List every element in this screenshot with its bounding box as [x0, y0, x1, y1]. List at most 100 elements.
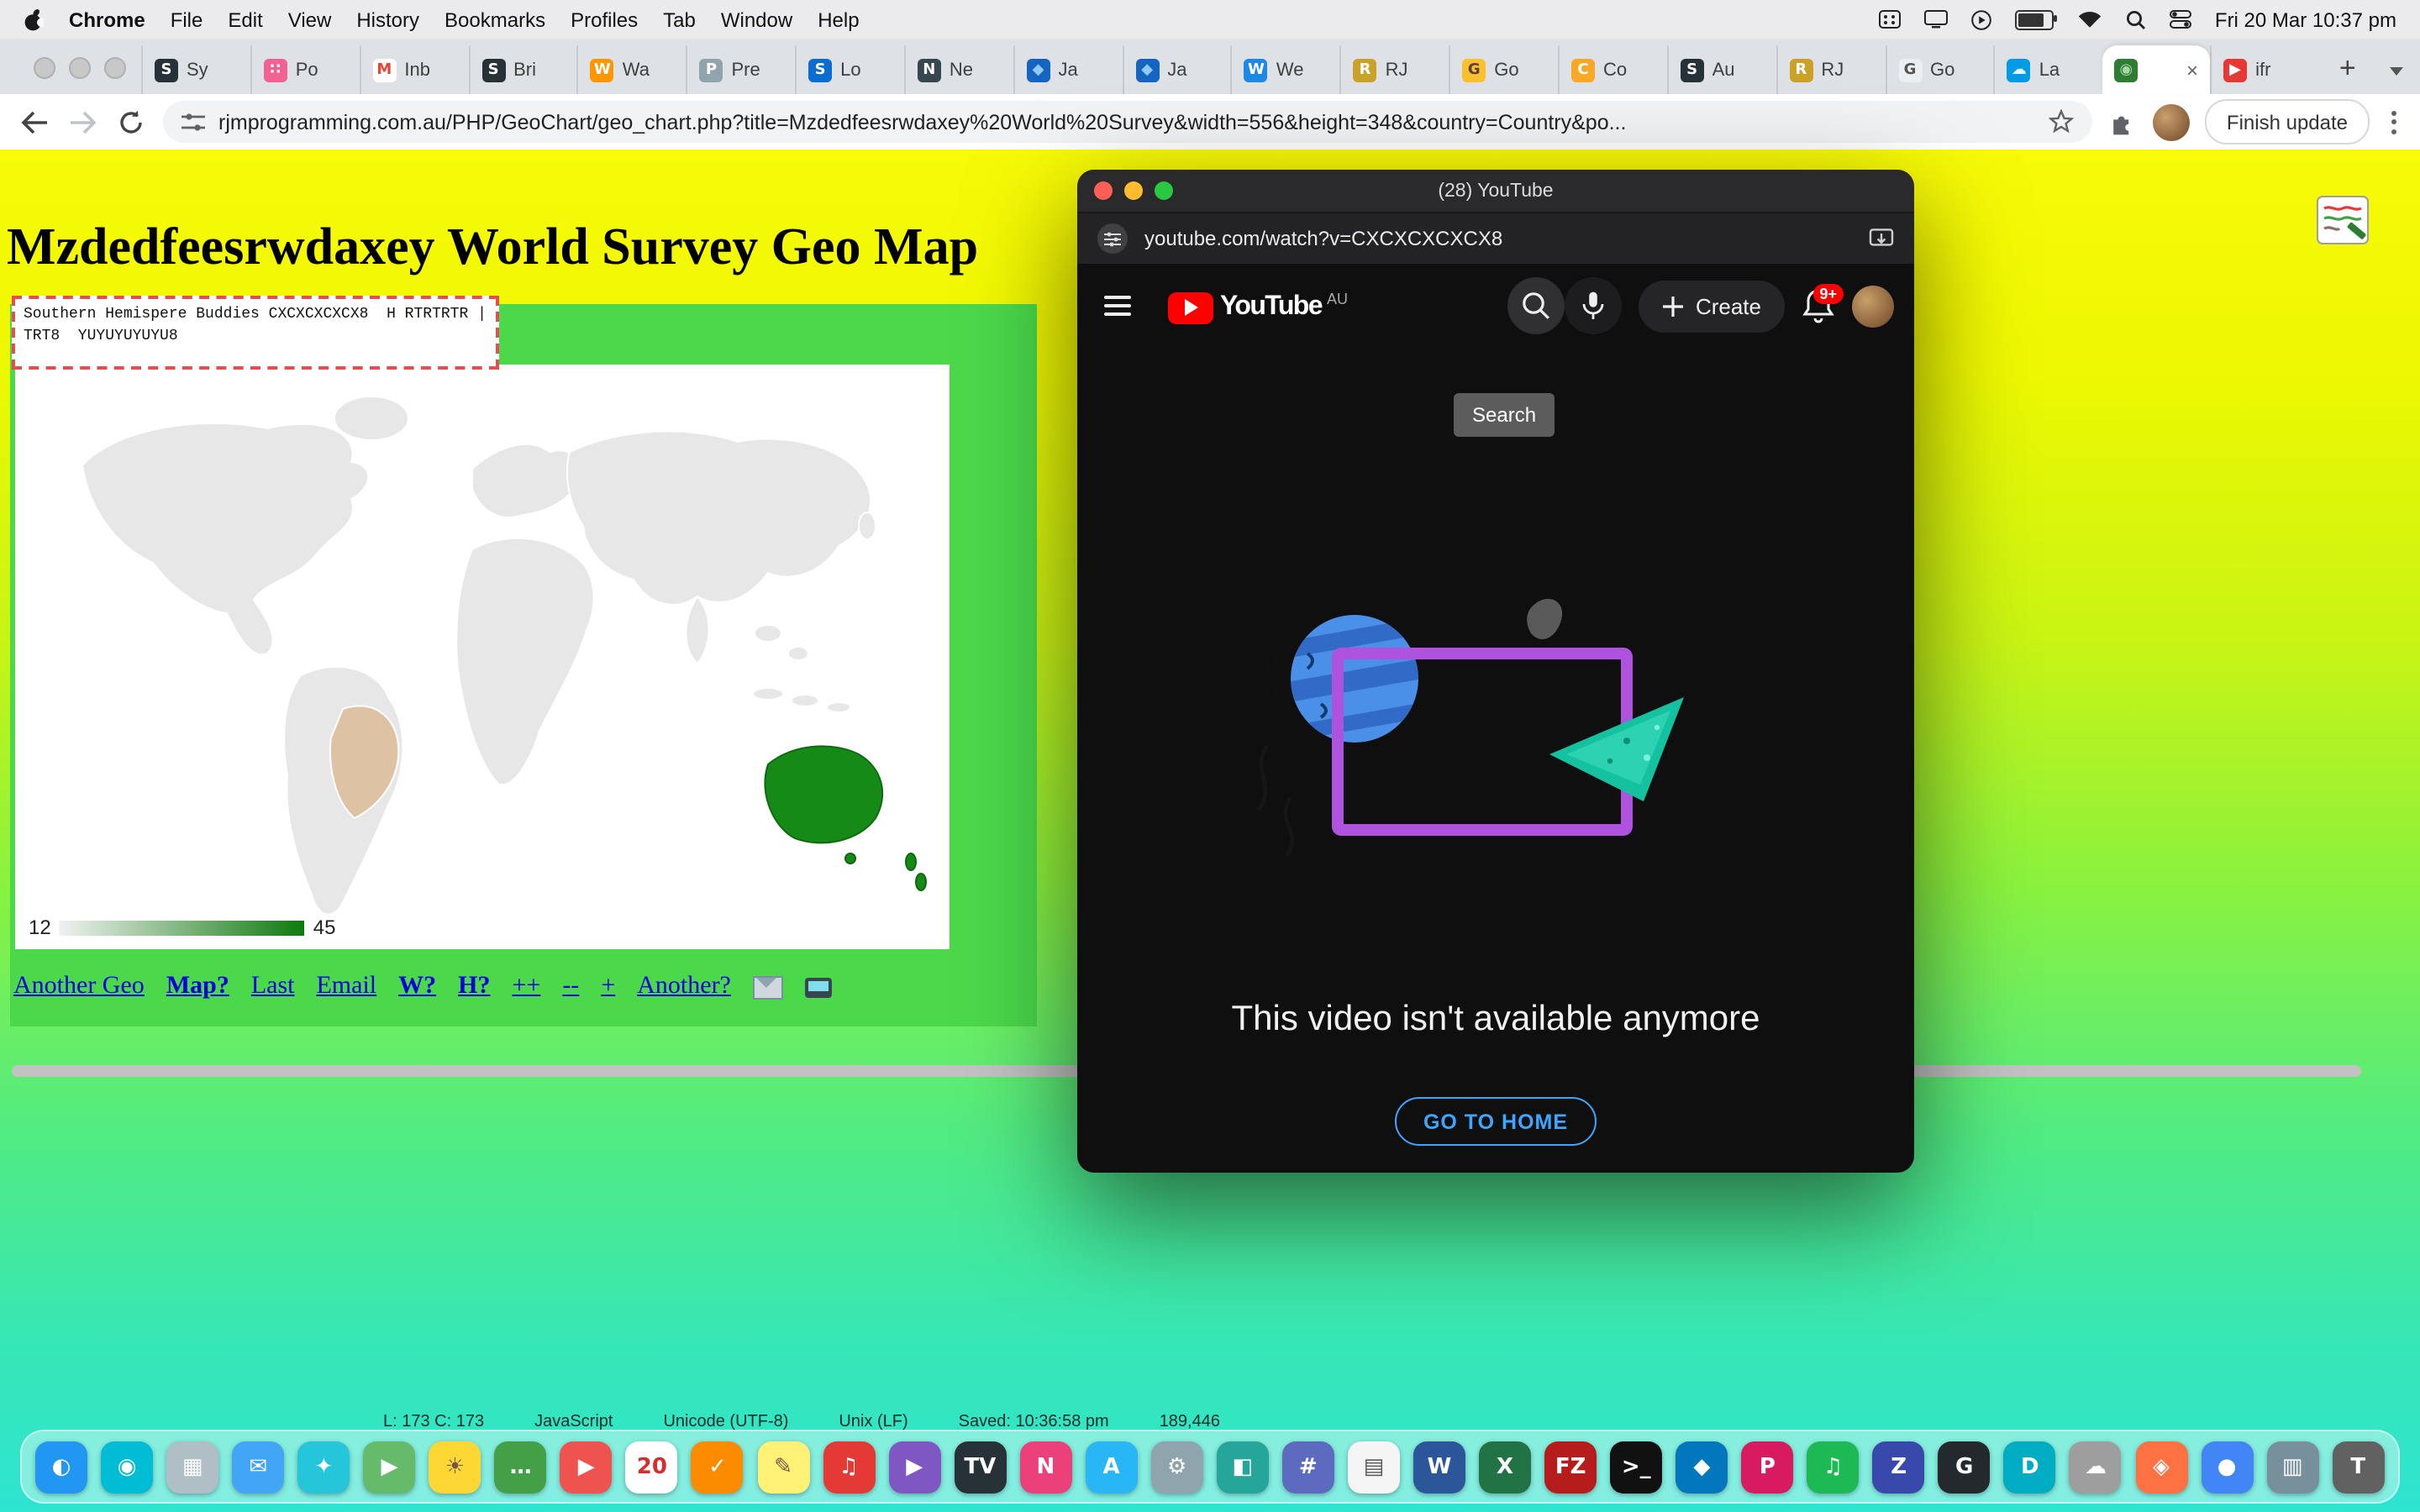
page-link[interactable]: W? — [398, 973, 436, 1001]
browser-tab-active[interactable]: ◉ × — [2102, 45, 2210, 94]
zoom-window-button[interactable] — [1155, 181, 1173, 200]
dock-icon[interactable]: ♫ — [1807, 1441, 1860, 1493]
minimize-window-button[interactable] — [69, 57, 91, 79]
cast-icon[interactable] — [1869, 228, 1894, 249]
notifications-icon[interactable]: 9+ — [1802, 287, 1835, 324]
dock-icon[interactable]: ✉ — [232, 1441, 284, 1493]
back-icon[interactable] — [17, 105, 50, 139]
dock-icon[interactable]: ● — [2201, 1441, 2253, 1493]
forward-icon[interactable] — [66, 105, 99, 139]
menu-item[interactable]: Help — [818, 8, 859, 31]
browser-tab[interactable]: S Sy — [141, 45, 250, 94]
display-icon[interactable] — [1924, 10, 1948, 29]
page-link[interactable]: Another Geo — [13, 973, 145, 1001]
dock-icon[interactable]: X — [1479, 1441, 1531, 1493]
mic-icon[interactable] — [1565, 277, 1622, 334]
dock-icon[interactable]: ▥ — [2266, 1441, 2318, 1493]
dock-icon[interactable]: ◐ — [35, 1441, 87, 1493]
menubar-clock[interactable]: Fri 20 Mar 10:37 pm — [2215, 8, 2396, 31]
dock-icon[interactable]: D — [2004, 1441, 2056, 1493]
close-window-button[interactable] — [1094, 181, 1113, 200]
browser-tab[interactable]: N Ne — [904, 45, 1013, 94]
browser-tab[interactable]: ☁ La — [1994, 45, 2103, 94]
site-settings-icon[interactable] — [182, 112, 205, 132]
email-icon[interactable] — [753, 975, 783, 999]
menu-item[interactable]: Window — [721, 8, 792, 31]
browser-tab[interactable]: R RJ — [1776, 45, 1885, 94]
dock-icon[interactable]: FZ — [1544, 1441, 1597, 1493]
browser-tab[interactable]: W We — [1231, 45, 1340, 94]
youtube-titlebar[interactable]: (28) YouTube — [1077, 170, 1914, 212]
dock-icon[interactable]: A — [1086, 1441, 1138, 1493]
play-icon[interactable] — [1971, 9, 1991, 29]
address-bar[interactable]: rjmprogramming.com.au/PHP/GeoChart/geo_c… — [163, 101, 2092, 143]
reload-icon[interactable] — [114, 105, 148, 139]
menu-item[interactable]: View — [288, 8, 332, 31]
computer-icon[interactable] — [805, 977, 832, 997]
page-link[interactable]: Email — [316, 973, 376, 1001]
page-link[interactable]: ++ — [512, 973, 540, 1001]
menu-item[interactable]: Tab — [663, 8, 696, 31]
dock-icon[interactable]: ◉ — [101, 1441, 153, 1493]
dock-icon[interactable]: N — [1019, 1441, 1071, 1493]
browser-tab[interactable]: M Inb — [359, 45, 468, 94]
wifi-icon[interactable] — [2077, 10, 2102, 29]
editor-status-item[interactable]: Saved: 10:36:58 pm — [959, 1413, 1109, 1431]
browser-tab[interactable]: S Bri — [468, 45, 577, 94]
browser-tab[interactable]: G Go — [1885, 45, 1994, 94]
dock-icon[interactable]: G — [1939, 1441, 1991, 1493]
dock-icon[interactable]: ◈ — [2135, 1441, 2187, 1493]
page-link[interactable]: Another? — [637, 973, 731, 1001]
page-link[interactable]: Last — [251, 973, 295, 1001]
browser-tab[interactable]: ▶ ifr — [2210, 45, 2319, 94]
new-tab-button[interactable]: + — [2326, 47, 2370, 91]
extensions-puzzle-icon[interactable] — [2107, 107, 2138, 137]
page-link[interactable]: Map? — [166, 973, 229, 1001]
create-button[interactable]: Create — [1639, 280, 1785, 332]
dock-icon[interactable]: ✎ — [757, 1441, 809, 1493]
page-link[interactable]: -- — [562, 973, 579, 1001]
search-icon[interactable] — [1507, 277, 1565, 334]
browser-tab[interactable]: S Lo — [795, 45, 904, 94]
editor-status-item[interactable]: JavaScript — [534, 1413, 613, 1431]
tune-icon[interactable] — [1097, 223, 1128, 254]
apple-menu-icon[interactable] — [24, 8, 44, 31]
menu-item[interactable]: Bookmarks — [445, 8, 545, 31]
browser-tab[interactable]: W Wa — [577, 45, 687, 94]
dock-icon[interactable]: ▤ — [1348, 1441, 1400, 1493]
dock-icon[interactable]: W — [1413, 1441, 1465, 1493]
browser-tab[interactable]: R RJ — [1340, 45, 1449, 94]
dock-icon[interactable]: P — [1741, 1441, 1793, 1493]
browser-tab[interactable]: P Pre — [686, 45, 795, 94]
dock-icon[interactable]: ▶ — [888, 1441, 940, 1493]
tab-close-icon[interactable]: × — [2186, 58, 2198, 81]
browser-tab[interactable]: ◆ Ja — [1013, 45, 1123, 94]
zoom-window-button[interactable] — [104, 57, 126, 79]
menu-item[interactable]: History — [356, 8, 419, 31]
finish-update-button[interactable]: Finish update — [2205, 99, 2370, 144]
dock-icon[interactable]: TV — [954, 1441, 1006, 1493]
page-link[interactable]: + — [601, 973, 615, 1001]
dock-icon[interactable]: … — [495, 1441, 547, 1493]
youtube-logo[interactable]: YouTube AU — [1168, 288, 1348, 323]
close-window-button[interactable] — [34, 57, 55, 79]
dock-icon[interactable]: # — [1282, 1441, 1334, 1493]
search-icon[interactable] — [2126, 9, 2146, 29]
dock-icon[interactable]: T — [2332, 1441, 2384, 1493]
page-link[interactable]: H? — [458, 973, 490, 1001]
dock-icon[interactable]: ◆ — [1676, 1441, 1728, 1493]
dock-icon[interactable]: ◧ — [1217, 1441, 1269, 1493]
browser-tab[interactable]: C Co — [1558, 45, 1667, 94]
go-to-home-button[interactable]: GO TO HOME — [1395, 1097, 1597, 1146]
dock-icon[interactable]: ▶ — [560, 1441, 613, 1493]
world-map[interactable]: 12 45 — [15, 365, 950, 949]
editor-status-item[interactable]: Unicode (UTF-8) — [663, 1413, 788, 1431]
avatar[interactable] — [1852, 285, 1894, 327]
menu-app-name[interactable]: Chrome — [69, 8, 145, 31]
browser-tab[interactable]: G Go — [1449, 45, 1558, 94]
tab-search-chevron-icon[interactable] — [2390, 67, 2403, 76]
dock-icon[interactable]: ▶ — [363, 1441, 415, 1493]
battery-icon[interactable] — [2015, 9, 2054, 29]
browser-menu-icon[interactable] — [2385, 110, 2403, 134]
editor-status-item[interactable]: 189,446 — [1160, 1413, 1220, 1431]
